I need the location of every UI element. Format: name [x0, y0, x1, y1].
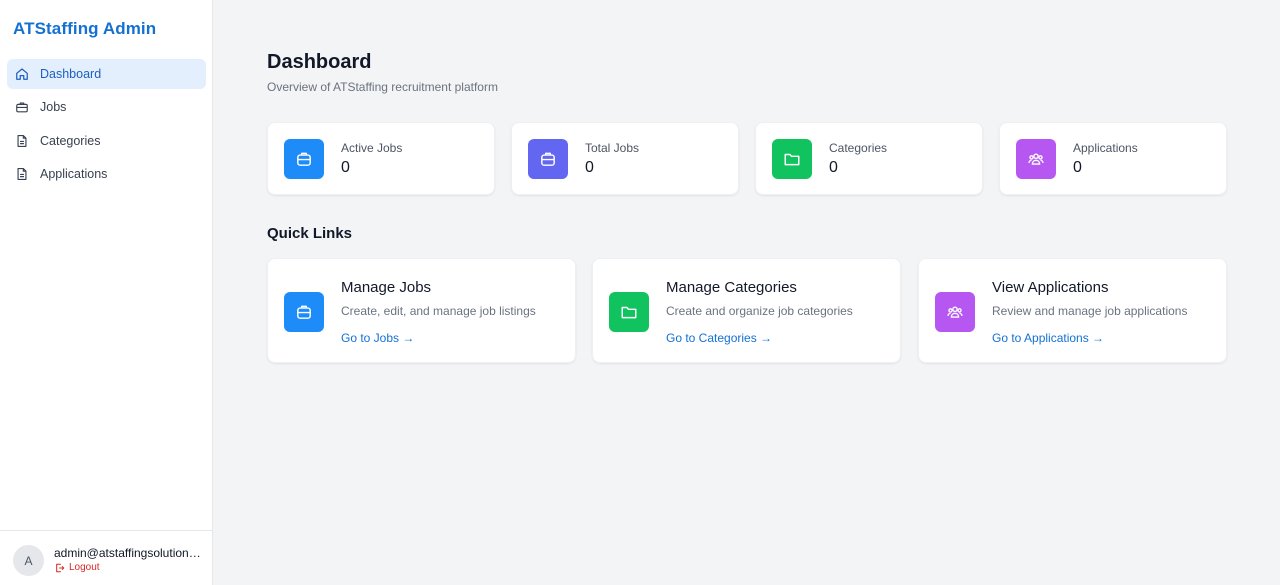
brand-title[interactable]: ATStaffing Admin — [13, 19, 156, 39]
quick-link-card-categories[interactable]: Manage Categories Create and organize jo… — [592, 258, 901, 363]
quick-link-description: Review and manage job applications — [992, 304, 1188, 318]
folder-icon — [621, 306, 637, 319]
quick-link-title: Manage Categories — [666, 279, 797, 296]
avatar: A — [13, 545, 44, 576]
briefcase-icon — [297, 152, 311, 166]
page-subtitle: Overview of ATStaffing recruitment platf… — [267, 80, 498, 94]
stat-label: Categories — [829, 141, 888, 155]
quick-links: Manage Jobs Create, edit, and manage job… — [267, 258, 1227, 363]
stat-value: 0 — [341, 159, 350, 176]
stat-value: 0 — [585, 159, 594, 176]
stat-card-applications: Applications 0 — [999, 122, 1227, 195]
sidebar-item-label: Categories — [40, 133, 101, 148]
go-to-categories-link[interactable]: Go to Categories → — [666, 331, 772, 345]
user-panel: A admin@atstaffingsolutions.com Logout — [0, 530, 213, 585]
briefcase-icon — [15, 100, 29, 114]
folder-icon — [784, 153, 800, 166]
briefcase-icon — [297, 305, 311, 319]
stat-label: Total Jobs — [585, 141, 640, 155]
logout-button[interactable]: Logout — [55, 562, 100, 573]
stat-value: 0 — [829, 159, 838, 176]
stat-label: Applications — [1073, 141, 1138, 155]
users-icon — [1028, 153, 1044, 165]
quick-link-description: Create, edit, and manage job listings — [341, 304, 536, 318]
quick-links-title: Quick Links — [267, 225, 353, 242]
main-content: Dashboard Overview of ATStaffing recruit… — [214, 0, 1280, 585]
sidebar: ATStaffing Admin Dashboard Jobs Categori… — [0, 0, 213, 585]
logout-label: Logout — [69, 562, 100, 573]
stat-card-active-jobs: Active Jobs 0 — [267, 122, 495, 195]
stats-row: Active Jobs 0 Total Jobs 0 Categories 0 … — [267, 122, 1227, 195]
sidebar-item-label: Applications — [40, 166, 108, 181]
document-icon — [15, 167, 29, 181]
sidebar-item-applications[interactable]: Applications — [7, 159, 206, 189]
document-icon — [15, 134, 29, 148]
sidebar-item-categories[interactable]: Categories — [7, 126, 206, 156]
stat-icon-box — [528, 139, 568, 179]
go-to-jobs-link[interactable]: Go to Jobs → — [341, 331, 414, 345]
stat-icon-box — [772, 139, 812, 179]
sidebar-nav: Dashboard Jobs Categories Applications — [7, 59, 206, 192]
quick-link-icon-box — [284, 292, 324, 332]
stat-card-total-jobs: Total Jobs 0 — [511, 122, 739, 195]
logout-icon — [56, 563, 65, 572]
quick-link-card-jobs[interactable]: Manage Jobs Create, edit, and manage job… — [267, 258, 576, 363]
briefcase-icon — [541, 152, 555, 166]
sidebar-item-dashboard[interactable]: Dashboard — [7, 59, 206, 89]
sidebar-item-label: Dashboard — [40, 67, 102, 81]
quick-link-card-applications[interactable]: View Applications Review and manage job … — [918, 258, 1227, 363]
quick-link-icon-box — [609, 292, 649, 332]
stat-icon-box — [1016, 139, 1056, 179]
user-email: admin@atstaffingsolutions.com — [54, 546, 202, 560]
page-title: Dashboard — [267, 51, 372, 73]
users-icon — [947, 306, 963, 318]
stat-label: Active Jobs — [341, 141, 403, 155]
quick-link-title: Manage Jobs — [341, 279, 432, 296]
stat-card-categories: Categories 0 — [755, 122, 983, 195]
stat-icon-box — [284, 139, 324, 179]
sidebar-item-jobs[interactable]: Jobs — [7, 92, 206, 122]
quick-link-icon-box — [935, 292, 975, 332]
quick-link-description: Create and organize job categories — [666, 304, 853, 318]
stat-value: 0 — [1073, 159, 1082, 176]
home-icon — [15, 67, 29, 81]
go-to-applications-link[interactable]: Go to Applications → — [992, 331, 1104, 345]
quick-link-title: View Applications — [992, 279, 1109, 296]
sidebar-item-label: Jobs — [40, 100, 67, 115]
